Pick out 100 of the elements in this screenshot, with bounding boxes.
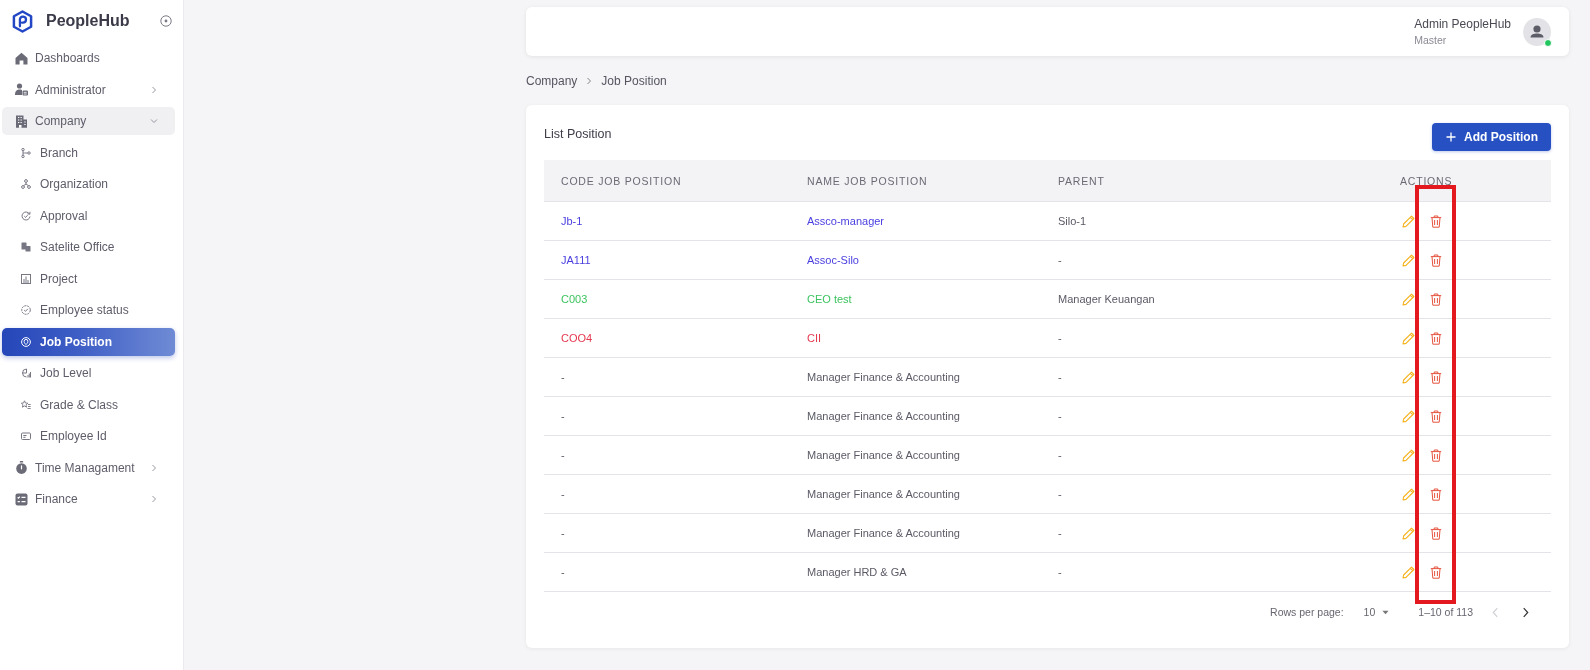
trash-icon[interactable] — [1430, 448, 1443, 462]
chevron-down-icon — [150, 117, 158, 125]
table-cell: - — [544, 552, 790, 592]
add-position-button[interactable]: Add Position — [1432, 123, 1551, 151]
sidebar-item[interactable]: Employee status — [2, 296, 175, 324]
sidebar-item[interactable]: Satelite Office — [2, 233, 175, 261]
table-cell: CII — [790, 318, 1041, 358]
star-list-icon — [21, 399, 31, 410]
column-header: NAME JOB POSITION — [790, 160, 1041, 202]
pencil-icon[interactable] — [1402, 370, 1415, 384]
sidebar-item[interactable]: Job Level — [2, 359, 175, 387]
branch-icon — [21, 147, 31, 158]
table-cell: Manager Keuangan — [1041, 279, 1383, 319]
pencil-icon[interactable] — [1402, 409, 1415, 423]
trash-icon[interactable] — [1430, 526, 1443, 540]
sidebar-item[interactable]: Time Managament — [2, 453, 175, 482]
table-cell: - — [544, 435, 790, 475]
pencil-icon[interactable] — [1402, 448, 1415, 462]
table-cell: - — [1041, 318, 1383, 358]
sidebar-item[interactable]: Finance — [2, 485, 175, 513]
chart-icon — [21, 273, 31, 284]
sidebar-item[interactable]: Administrator — [2, 75, 175, 104]
table-cell: Assco-manager — [790, 201, 1041, 241]
breadcrumb-link[interactable]: Company — [526, 74, 578, 88]
plus-icon — [1446, 132, 1456, 142]
table-cell: Silo-1 — [1041, 201, 1383, 241]
table-cell: Assoc-Silo — [790, 240, 1041, 280]
sidebar-item[interactable]: Organization — [2, 170, 175, 198]
sidebar-item[interactable]: Company — [2, 107, 175, 135]
logo-icon — [12, 9, 33, 33]
trash-icon[interactable] — [1430, 370, 1443, 384]
table-cell: - — [1041, 513, 1383, 553]
table-cell: COO4 — [544, 318, 790, 358]
pencil-icon[interactable] — [1402, 487, 1415, 501]
table-cell: - — [1041, 552, 1383, 592]
chevron-right-icon — [585, 77, 594, 85]
chevron-right-icon[interactable] — [1522, 606, 1529, 618]
column-header: CODE JOB POSITION — [544, 160, 790, 202]
avatar-icon[interactable] — [1523, 17, 1551, 46]
table-cell: - — [544, 357, 790, 397]
chevron-right-icon — [150, 495, 158, 503]
chevron-right-icon — [150, 463, 158, 472]
rows-per-page-label: Rows per page: — [1270, 606, 1344, 618]
pencil-icon[interactable] — [1402, 292, 1415, 306]
pie-chart-icon — [21, 368, 31, 378]
circle-dot-icon[interactable] — [160, 15, 172, 27]
user-name: Admin PeopleHub — [1414, 17, 1511, 31]
org-chart-icon — [21, 179, 31, 189]
table-cell: JA111 — [544, 240, 790, 280]
sidebar-item[interactable]: Grade & Class — [2, 390, 175, 419]
caret-icon — [1382, 609, 1390, 615]
table-cell: Jb-1 — [544, 201, 790, 241]
house-icon — [15, 51, 28, 65]
check-circle-icon — [21, 305, 31, 315]
column-header: PARENT — [1041, 160, 1383, 202]
id-card-icon — [21, 431, 31, 441]
circular-check-icon — [21, 210, 31, 221]
trash-icon[interactable] — [1430, 409, 1443, 423]
sidebar-item[interactable]: Job Position — [2, 327, 175, 356]
sidebar-item[interactable]: Branch — [2, 138, 175, 167]
pencil-icon[interactable] — [1402, 214, 1415, 228]
rows-per-page-select[interactable]: 10 — [1363, 606, 1390, 618]
table-cell: CEO test — [790, 279, 1041, 319]
table-cell: - — [1041, 474, 1383, 514]
sidebar-item[interactable]: Dashboards — [2, 44, 175, 72]
sidebar-item[interactable]: Employee Id — [2, 422, 175, 450]
pencil-icon[interactable] — [1402, 253, 1415, 267]
trash-icon[interactable] — [1430, 331, 1443, 345]
table-cell: Manager Finance & Accounting — [790, 474, 1041, 514]
column-header: ACTIONS — [1383, 160, 1551, 202]
trash-icon[interactable] — [1430, 565, 1443, 579]
table-cell: Manager Finance & Accounting — [790, 396, 1041, 436]
chevron-right-icon — [150, 85, 158, 94]
breadcrumb-current: Job Position — [601, 74, 667, 88]
trash-icon[interactable] — [1430, 214, 1443, 228]
list-square-icon — [15, 492, 28, 506]
trash-icon[interactable] — [1430, 487, 1443, 501]
app-name: PeopleHub — [46, 12, 130, 30]
buildings-icon — [21, 242, 31, 252]
card-title: List Position — [544, 127, 612, 141]
table-cell: - — [1041, 357, 1383, 397]
user-role: Master — [1414, 34, 1448, 46]
sidebar-item[interactable]: Project — [2, 264, 175, 293]
table-cell: C003 — [544, 279, 790, 319]
table-cell: Manager Finance & Accounting — [790, 513, 1041, 553]
pin-icon — [21, 336, 31, 347]
table-cell: - — [544, 513, 790, 553]
table-cell: Manager Finance & Accounting — [790, 357, 1041, 397]
sidebar-item[interactable]: Approval — [2, 201, 175, 230]
user-card-icon — [15, 83, 28, 96]
table-cell: Manager Finance & Accounting — [790, 435, 1041, 475]
pencil-icon[interactable] — [1402, 526, 1415, 540]
building-icon — [15, 114, 28, 128]
table-cell: - — [544, 396, 790, 436]
trash-icon[interactable] — [1430, 253, 1443, 267]
pencil-icon[interactable] — [1402, 565, 1415, 579]
table-cell: - — [544, 474, 790, 514]
pencil-icon[interactable] — [1402, 331, 1415, 345]
trash-icon[interactable] — [1430, 292, 1443, 306]
stopwatch-icon — [15, 461, 28, 474]
